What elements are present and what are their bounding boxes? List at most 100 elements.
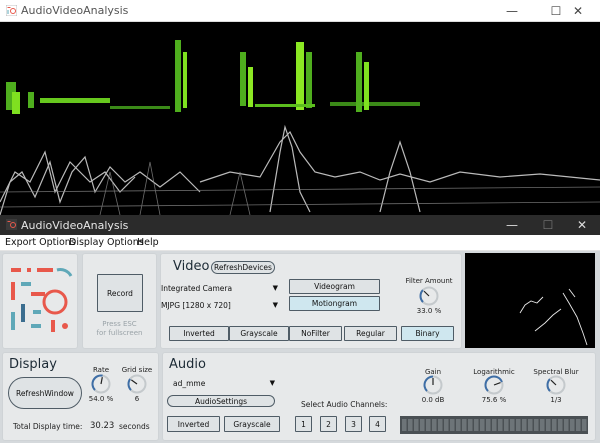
audio-driver-value: ad_mme <box>173 379 206 388</box>
motiongram-button[interactable]: Motiongram <box>289 296 380 311</box>
nofilter-button[interactable]: NoFilter <box>289 326 342 341</box>
rate-knob[interactable] <box>91 374 111 394</box>
refresh-devices-button[interactable]: RefreshDevices <box>211 261 275 274</box>
meter-cell <box>498 419 503 431</box>
display-panel: Display RefreshWindow Rate 54.0 % Grid s… <box>2 352 159 441</box>
logarithmic-value: 75.6 % <box>481 396 507 404</box>
meter-cell <box>444 419 449 431</box>
meter-cell <box>426 419 431 431</box>
meter-cell <box>480 419 485 431</box>
channel-2-button[interactable]: 2 <box>320 416 337 432</box>
control-window: AudioVideoAnalysis — ☐ ✕ Export Options … <box>0 215 600 443</box>
format-select-value: MJPG [1280 x 720] <box>161 301 231 310</box>
audio-level-meter <box>400 416 588 434</box>
camera-select[interactable]: Integrated Camera ▼ <box>161 284 278 293</box>
logo-panel <box>2 253 78 349</box>
video-panel: Video RefreshDevices Integrated Camera ▼… <box>160 253 462 349</box>
filter-amount-value: 33.0 % <box>416 307 442 315</box>
control-area: Record Press ESC for fullscreen Video Re… <box>0 251 600 443</box>
audio-grayscale-button[interactable]: Grayscale <box>224 416 280 432</box>
channel-1-button[interactable]: 1 <box>295 416 312 432</box>
dropdown-arrow-icon: ▼ <box>269 379 275 387</box>
meter-cell <box>522 419 527 431</box>
grid-size-value: 6 <box>134 395 140 403</box>
spectral-blur-knob[interactable] <box>546 375 566 395</box>
gain-knob[interactable] <box>423 375 443 395</box>
total-display-time-label: Total Display time: <box>13 422 83 431</box>
meter-cell <box>552 419 557 431</box>
meter-cell <box>462 419 467 431</box>
audio-panel: Audio ad_mme ▼ AudioSettings Inverted Gr… <box>162 352 596 441</box>
menu-bar: Export Options Display Options Help <box>0 235 600 251</box>
menu-display-options[interactable]: Display Options <box>69 237 144 248</box>
record-panel: Record Press ESC for fullscreen <box>82 253 157 349</box>
minimize-button[interactable]: — <box>490 0 534 22</box>
fullscreen-hint: Press ESC for fullscreen <box>96 320 143 337</box>
window-title: AudioVideoAnalysis <box>21 4 129 17</box>
spectral-blur-value: 1/3 <box>550 396 562 404</box>
app-icon <box>6 5 17 16</box>
gain-value: 0.0 dB <box>421 396 445 404</box>
rate-label: Rate <box>92 366 110 374</box>
close-button[interactable]: ✕ <box>556 0 600 22</box>
meter-cell <box>570 419 575 431</box>
close-button[interactable]: ✕ <box>560 215 600 235</box>
audio-title: Audio <box>169 357 206 372</box>
meter-cell <box>450 419 455 431</box>
total-display-time-unit: seconds <box>119 422 150 431</box>
logarithmic-knob[interactable] <box>484 375 504 395</box>
app-icon <box>6 219 17 230</box>
window-title: AudioVideoAnalysis <box>21 219 129 232</box>
menu-export-options[interactable]: Export Options <box>5 237 76 248</box>
meter-cell <box>558 419 563 431</box>
audio-inverted-button[interactable]: Inverted <box>167 416 220 432</box>
meter-cell <box>420 419 425 431</box>
meter-cell <box>492 419 497 431</box>
total-display-time-value: 30.23 <box>90 421 115 431</box>
meter-cell <box>402 419 407 431</box>
regular-button[interactable]: Regular <box>344 326 397 341</box>
meter-cell <box>576 419 581 431</box>
spectrogram-display <box>0 22 600 215</box>
grid-size-label: Grid size <box>121 366 153 374</box>
app-logo <box>11 268 73 332</box>
record-button[interactable]: Record <box>97 274 143 312</box>
display-title: Display <box>9 357 57 372</box>
meter-cell <box>468 419 473 431</box>
meter-cell <box>414 419 419 431</box>
format-select[interactable]: MJPG [1280 x 720] ▼ <box>161 301 278 310</box>
meter-cell <box>510 419 515 431</box>
bottom-titlebar: AudioVideoAnalysis — ☐ ✕ <box>0 215 600 235</box>
channel-3-button[interactable]: 3 <box>345 416 362 432</box>
meter-cell <box>540 419 545 431</box>
meter-cell <box>408 419 413 431</box>
rate-value: 54.0 % <box>88 395 114 403</box>
audio-driver-select[interactable]: ad_mme ▼ <box>173 379 275 388</box>
meter-cell <box>438 419 443 431</box>
meter-cell <box>516 419 521 431</box>
video-grayscale-button[interactable]: Grayscale <box>229 326 289 341</box>
video-preview <box>465 253 595 348</box>
meter-cell <box>432 419 437 431</box>
audio-settings-button[interactable]: AudioSettings <box>167 395 275 407</box>
meter-cell <box>504 419 509 431</box>
dropdown-arrow-icon: ▼ <box>272 301 278 309</box>
video-title: Video <box>173 259 210 274</box>
camera-select-value: Integrated Camera <box>161 284 233 293</box>
meter-cell <box>564 419 569 431</box>
filter-amount-knob[interactable] <box>419 286 439 306</box>
dropdown-arrow-icon: ▼ <box>272 284 278 292</box>
grid-size-knob[interactable] <box>127 374 147 394</box>
select-channels-label: Select Audio Channels: <box>301 400 388 409</box>
meter-cell <box>582 419 587 431</box>
top-titlebar: AudioVideoAnalysis — ☐ ✕ <box>0 0 600 22</box>
channel-4-button[interactable]: 4 <box>369 416 386 432</box>
meter-cell <box>528 419 533 431</box>
refresh-window-button[interactable]: RefreshWindow <box>8 377 82 409</box>
menu-help[interactable]: Help <box>137 237 159 248</box>
video-inverted-button[interactable]: Inverted <box>169 326 229 341</box>
binary-button[interactable]: Binary <box>401 326 454 341</box>
meter-cell <box>456 419 461 431</box>
meter-cell <box>486 419 491 431</box>
videogram-button[interactable]: Videogram <box>289 279 380 294</box>
